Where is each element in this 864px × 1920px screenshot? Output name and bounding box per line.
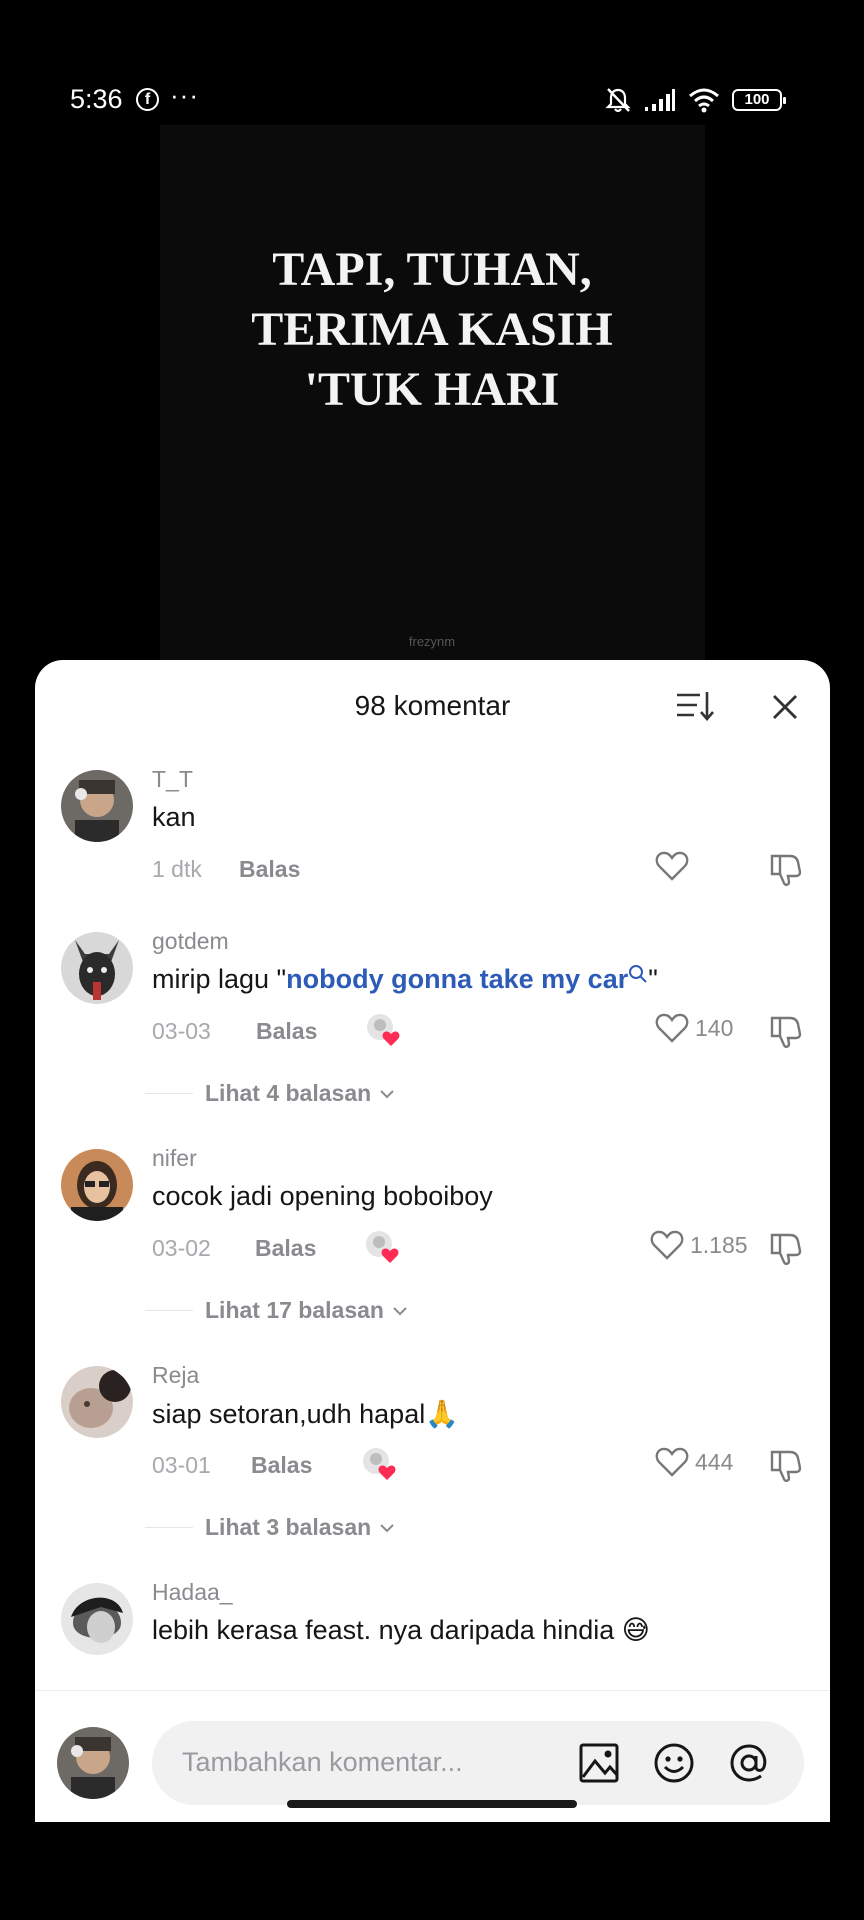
- view-replies-button[interactable]: Lihat 4 balasan: [205, 1080, 395, 1107]
- battery-indicator: 100: [732, 89, 786, 111]
- dislike-icon[interactable]: [768, 852, 804, 888]
- comments-sheet: 98 komentar T_T kan 1 dtk Balas gotdem m…: [35, 660, 830, 1822]
- comment-text: lebih kerasa feast. nya daripada hindia …: [152, 1615, 650, 1645]
- comment-username[interactable]: gotdem: [152, 928, 229, 955]
- signal-icon: [645, 89, 675, 111]
- creator-liked-icon: [367, 1014, 400, 1046]
- avatar[interactable]: [61, 1583, 133, 1655]
- home-indicator: [287, 1800, 577, 1808]
- like-count: 140: [695, 1014, 734, 1041]
- dislike-icon[interactable]: [768, 1448, 804, 1484]
- comment-username[interactable]: nifer: [152, 1145, 197, 1172]
- comment-date: 03-01: [152, 1452, 211, 1478]
- avatar[interactable]: [61, 1366, 133, 1438]
- video-lyrics: TAPI, TUHAN, TERIMA KASIH 'TUK HARI: [0, 240, 864, 420]
- divider: [145, 1310, 193, 1311]
- heart-icon: [655, 1013, 689, 1043]
- image-icon[interactable]: [577, 1741, 621, 1785]
- wifi-icon: [689, 88, 719, 113]
- avatar[interactable]: [61, 770, 133, 842]
- reply-button[interactable]: Balas: [239, 856, 300, 883]
- search-link[interactable]: nobody gonna take my car: [286, 964, 628, 994]
- comment-text: mirip lagu "nobody gonna take my car ": [152, 964, 658, 995]
- comment-text-part: ": [648, 964, 658, 994]
- like-button[interactable]: 140: [655, 1012, 733, 1044]
- avatar[interactable]: [61, 932, 133, 1004]
- chevron-down-icon: [380, 1089, 394, 1098]
- chevron-down-icon: [393, 1306, 407, 1315]
- comment-text: siap setoran,udh hapal🙏: [152, 1399, 459, 1429]
- reply-button[interactable]: Balas: [255, 1235, 316, 1262]
- scroll-fade: [35, 1660, 830, 1690]
- bell-muted-icon: [605, 88, 631, 113]
- comment-username[interactable]: Hadaa_: [152, 1579, 233, 1606]
- chevron-down-icon: [380, 1523, 394, 1532]
- comment-input[interactable]: Tambahkan komentar...: [152, 1721, 804, 1805]
- comment-text: kan: [152, 802, 196, 832]
- reply-button[interactable]: Balas: [251, 1452, 312, 1479]
- comment-username[interactable]: Reja: [152, 1362, 199, 1389]
- like-count: 1.185: [690, 1231, 748, 1258]
- reply-button[interactable]: Balas: [256, 1018, 317, 1045]
- comment-username[interactable]: T_T: [152, 766, 193, 793]
- lyric-line: TAPI, TUHAN,: [272, 243, 592, 296]
- view-replies-button[interactable]: Lihat 3 balasan: [205, 1514, 395, 1541]
- like-button[interactable]: 444: [655, 1446, 733, 1478]
- sort-icon[interactable]: [675, 688, 715, 724]
- heart-icon: [650, 1230, 684, 1260]
- mention-icon[interactable]: [727, 1741, 771, 1785]
- comment-date: 03-03: [152, 1018, 211, 1044]
- comment-text-part: mirip lagu ": [152, 964, 287, 994]
- comment-date: 1 dtk: [152, 856, 202, 882]
- like-button[interactable]: 1.185: [650, 1229, 748, 1261]
- view-replies-label: Lihat 17 balasan: [205, 1297, 384, 1323]
- search-icon[interactable]: [628, 964, 648, 986]
- view-replies-label: Lihat 4 balasan: [205, 1080, 372, 1106]
- divider: [145, 1093, 193, 1094]
- like-button[interactable]: [655, 850, 689, 882]
- video-watermark: frezynm: [408, 634, 456, 649]
- like-count: 444: [695, 1448, 734, 1475]
- my-avatar[interactable]: [57, 1727, 129, 1799]
- heart-icon: [655, 1447, 689, 1477]
- view-replies-button[interactable]: Lihat 17 balasan: [205, 1297, 408, 1324]
- comment-text: cocok jadi opening boboiboy: [152, 1181, 493, 1211]
- status-time: 5:36: [70, 84, 123, 114]
- comment-input-placeholder: Tambahkan komentar...: [182, 1747, 463, 1777]
- close-icon[interactable]: [768, 690, 802, 724]
- sheet-header: 98 komentar: [35, 660, 830, 750]
- dislike-icon[interactable]: [768, 1014, 804, 1050]
- creator-liked-icon: [366, 1231, 399, 1263]
- divider: [145, 1527, 193, 1528]
- heart-icon: [655, 851, 689, 881]
- facebook-notification-icon: f: [136, 88, 159, 111]
- comment-date: 03-02: [152, 1235, 211, 1261]
- view-replies-label: Lihat 3 balasan: [205, 1514, 372, 1540]
- lyric-line: 'TUK HARI: [304, 363, 560, 416]
- more-notifications-icon: ···: [170, 80, 199, 110]
- avatar[interactable]: [61, 1149, 133, 1221]
- dislike-icon[interactable]: [768, 1231, 804, 1267]
- emoji-icon[interactable]: [652, 1741, 696, 1785]
- lyric-line: TERIMA KASIH: [251, 303, 613, 356]
- creator-liked-icon: [363, 1448, 396, 1480]
